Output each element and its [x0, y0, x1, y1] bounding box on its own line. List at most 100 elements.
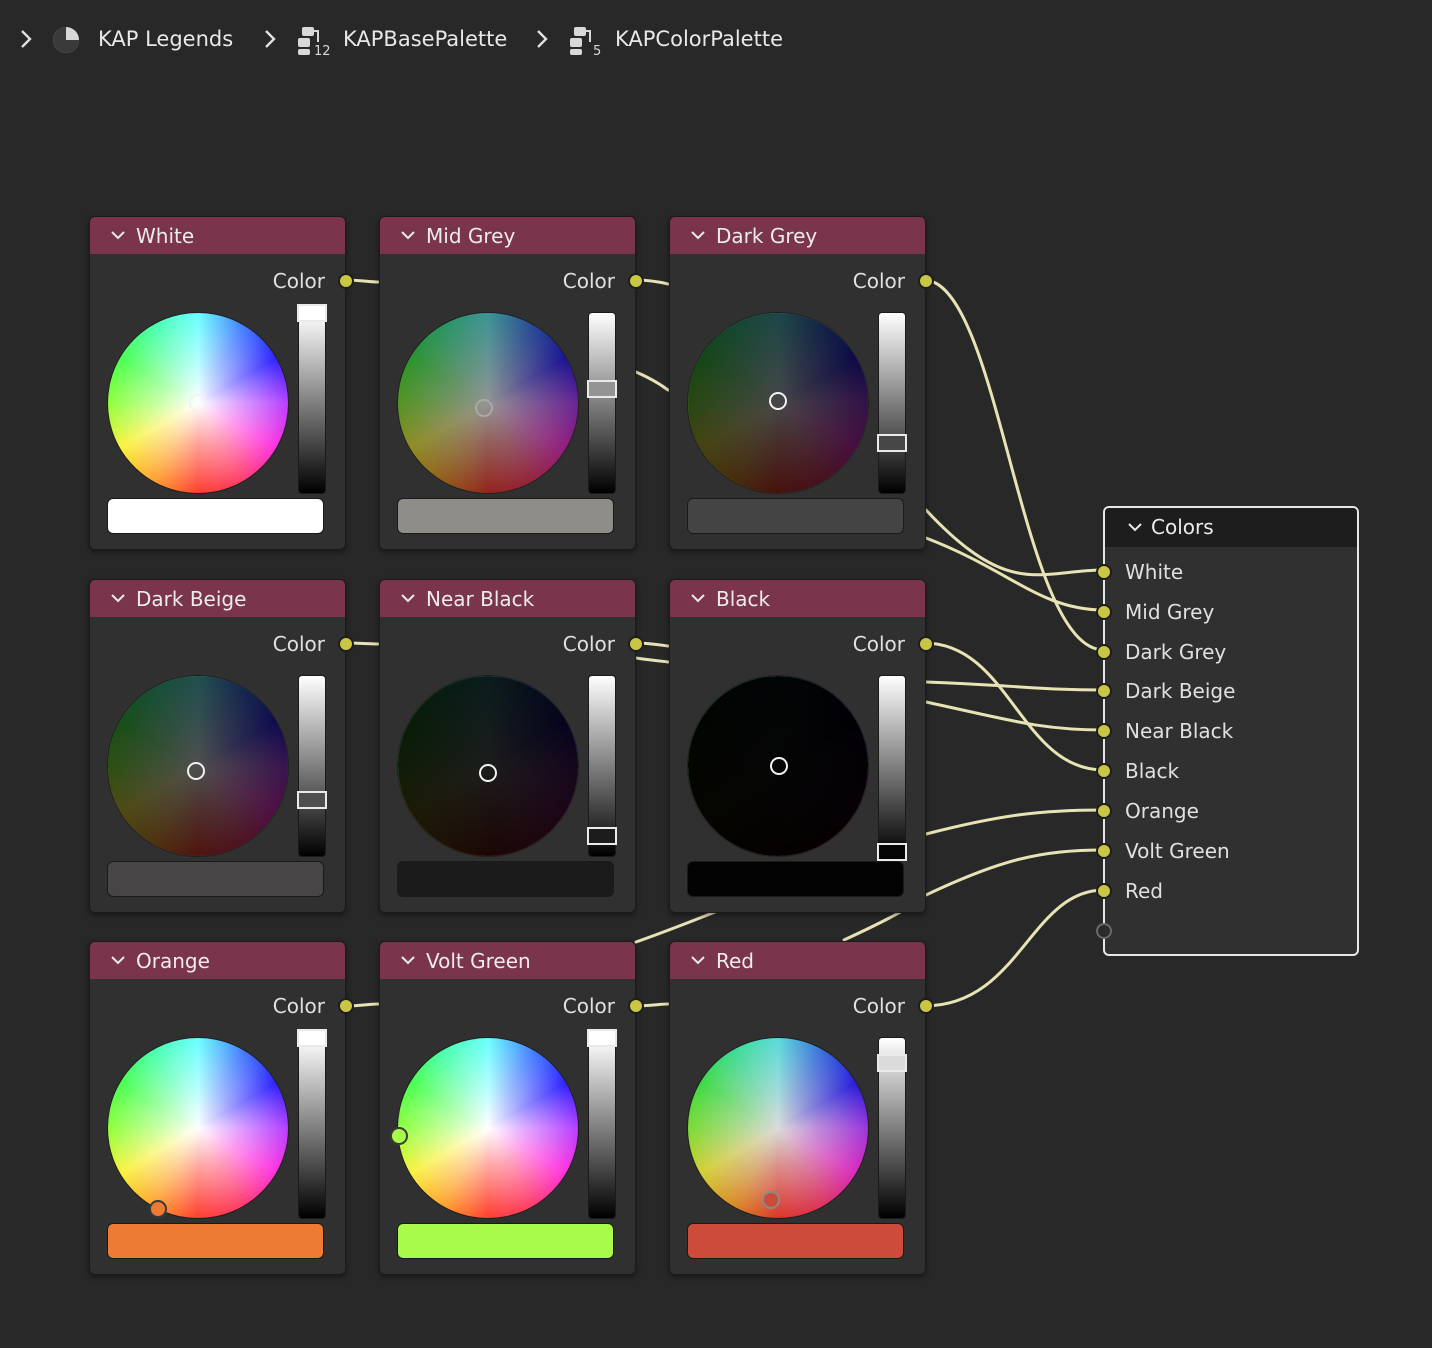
value-slider-handle[interactable]: [877, 843, 907, 862]
chevron-down-icon[interactable]: [690, 229, 706, 241]
node-black[interactable]: Black Color: [669, 579, 934, 913]
chevron-down-icon[interactable]: [400, 954, 416, 966]
node-header[interactable]: Dark Grey: [670, 217, 925, 254]
chevron-down-icon[interactable]: [110, 592, 126, 604]
input-socket[interactable]: [1096, 683, 1112, 699]
node-header[interactable]: Near Black: [380, 580, 635, 617]
color-wheel-cursor[interactable]: [189, 394, 207, 412]
input-row-red[interactable]: Red: [1096, 876, 1355, 906]
value-slider-handle[interactable]: [587, 827, 617, 846]
value-slider-handle[interactable]: [297, 1029, 327, 1047]
chevron-down-icon[interactable]: [690, 954, 706, 966]
input-row-mid-grey[interactable]: Mid Grey: [1096, 597, 1355, 627]
color-wheel[interactable]: [688, 676, 868, 856]
input-row-white[interactable]: White: [1096, 557, 1355, 587]
node-header[interactable]: Red: [670, 942, 925, 979]
color-wheel-cursor[interactable]: [149, 1200, 167, 1218]
color-wheel[interactable]: [390, 1038, 578, 1218]
color-swatch[interactable]: [108, 862, 323, 896]
node-colors-group-output[interactable]: Colors White Mid Grey Dark Grey Dark Bei…: [1096, 506, 1359, 956]
value-slider-handle[interactable]: [297, 791, 327, 810]
value-slider[interactable]: [297, 1029, 327, 1218]
output-socket[interactable]: [628, 273, 644, 289]
input-row-black[interactable]: Black: [1096, 756, 1355, 786]
color-wheel[interactable]: [108, 676, 288, 856]
color-swatch[interactable]: [398, 499, 613, 533]
input-row-orange[interactable]: Orange: [1096, 796, 1355, 826]
node-header[interactable]: Mid Grey: [380, 217, 635, 254]
output-socket[interactable]: [628, 998, 644, 1014]
breadcrumb-item-kapcolorpalette[interactable]: KAPColorPalette: [615, 24, 783, 54]
input-row-dark-beige[interactable]: Dark Beige: [1096, 676, 1355, 706]
value-slider[interactable]: [587, 313, 617, 493]
chevron-right-icon[interactable]: [18, 26, 34, 52]
input-socket[interactable]: [1096, 723, 1112, 739]
color-wheel-cursor[interactable]: [770, 757, 788, 775]
node-near-black[interactable]: Near Black Color: [379, 579, 644, 913]
value-slider-handle[interactable]: [877, 433, 907, 452]
output-socket[interactable]: [338, 636, 354, 652]
breadcrumb-item-kap-legends[interactable]: KAP Legends: [98, 24, 233, 54]
color-wheel[interactable]: [108, 313, 288, 493]
input-row-dark-grey[interactable]: Dark Grey: [1096, 637, 1355, 667]
node-header[interactable]: Black: [670, 580, 925, 617]
value-slider[interactable]: [877, 676, 907, 862]
value-slider[interactable]: [297, 304, 327, 493]
node-dark-grey[interactable]: Dark Grey Color: [669, 216, 934, 550]
output-socket[interactable]: [338, 273, 354, 289]
node-header[interactable]: White: [90, 217, 345, 254]
node-white[interactable]: White Color: [89, 216, 354, 550]
color-wheel[interactable]: [688, 313, 868, 493]
node-volt-green[interactable]: Volt Green Color: [379, 941, 644, 1275]
value-slider[interactable]: [587, 1029, 617, 1218]
value-slider[interactable]: [877, 313, 907, 493]
input-socket[interactable]: [1096, 883, 1112, 899]
input-socket[interactable]: [1096, 843, 1112, 859]
output-socket[interactable]: [918, 636, 934, 652]
chevron-down-icon[interactable]: [400, 592, 416, 604]
node-red[interactable]: Red Color: [669, 941, 934, 1275]
chevron-right-icon[interactable]: [262, 26, 278, 52]
input-row-volt-green[interactable]: Volt Green: [1096, 836, 1355, 866]
node-header[interactable]: Colors: [1105, 508, 1357, 547]
input-row-near-black[interactable]: Near Black: [1096, 716, 1355, 746]
node-header[interactable]: Volt Green: [380, 942, 635, 979]
value-slider[interactable]: [587, 676, 617, 856]
value-slider[interactable]: [877, 1038, 907, 1218]
chevron-down-icon[interactable]: [110, 954, 126, 966]
input-socket[interactable]: [1096, 803, 1112, 819]
input-socket[interactable]: [1096, 604, 1112, 620]
value-slider-handle[interactable]: [587, 1029, 617, 1047]
node-dark-beige[interactable]: Dark Beige Color: [89, 579, 354, 913]
node-header[interactable]: Orange: [90, 942, 345, 979]
chevron-right-icon[interactable]: [534, 26, 550, 52]
color-wheel-cursor[interactable]: [187, 762, 205, 780]
color-wheel[interactable]: [398, 676, 578, 856]
color-wheel-cursor[interactable]: [475, 399, 493, 417]
color-wheel-cursor[interactable]: [390, 1127, 408, 1145]
color-swatch[interactable]: [108, 1224, 323, 1258]
color-wheel-cursor[interactable]: [762, 1191, 780, 1209]
value-slider-handle[interactable]: [587, 379, 617, 398]
color-wheel-cursor[interactable]: [479, 764, 497, 782]
node-header[interactable]: Dark Beige: [90, 580, 345, 617]
output-socket[interactable]: [338, 998, 354, 1014]
color-swatch[interactable]: [398, 1224, 613, 1258]
empty-input-socket[interactable]: [1096, 923, 1112, 939]
chevron-down-icon[interactable]: [1127, 521, 1143, 533]
color-swatch[interactable]: [398, 862, 613, 896]
output-socket[interactable]: [918, 273, 934, 289]
color-swatch[interactable]: [688, 1224, 903, 1258]
color-wheel[interactable]: [688, 1038, 868, 1218]
input-socket[interactable]: [1096, 644, 1112, 660]
chevron-down-icon[interactable]: [690, 592, 706, 604]
output-socket[interactable]: [628, 636, 644, 652]
color-swatch[interactable]: [108, 499, 323, 533]
value-slider-handle[interactable]: [877, 1054, 907, 1073]
value-slider-handle[interactable]: [297, 304, 327, 322]
value-slider[interactable]: [297, 676, 327, 856]
color-wheel[interactable]: [398, 313, 578, 493]
chevron-down-icon[interactable]: [400, 229, 416, 241]
color-wheel[interactable]: [108, 1038, 288, 1218]
output-socket[interactable]: [918, 998, 934, 1014]
